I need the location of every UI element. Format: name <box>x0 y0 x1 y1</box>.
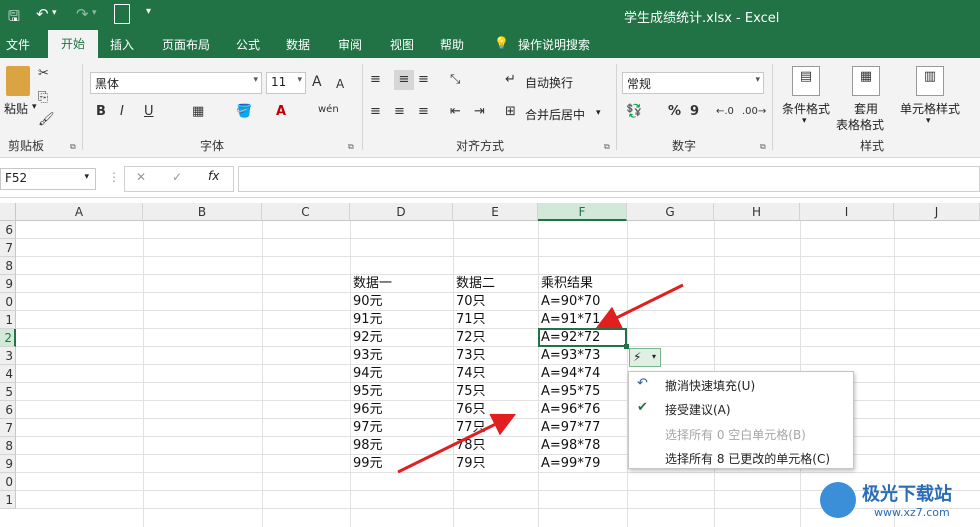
annotation-arrows <box>397 283 684 474</box>
watermark-emblem-icon <box>820 482 856 518</box>
watermark-url: www.xz7.com <box>874 506 950 519</box>
arrow-to-data <box>397 413 517 474</box>
arrow-to-f12 <box>595 283 684 329</box>
watermark-logo: 极光下载站 www.xz7.com <box>818 478 978 524</box>
watermark-text: 极光下载站 <box>862 484 952 505</box>
